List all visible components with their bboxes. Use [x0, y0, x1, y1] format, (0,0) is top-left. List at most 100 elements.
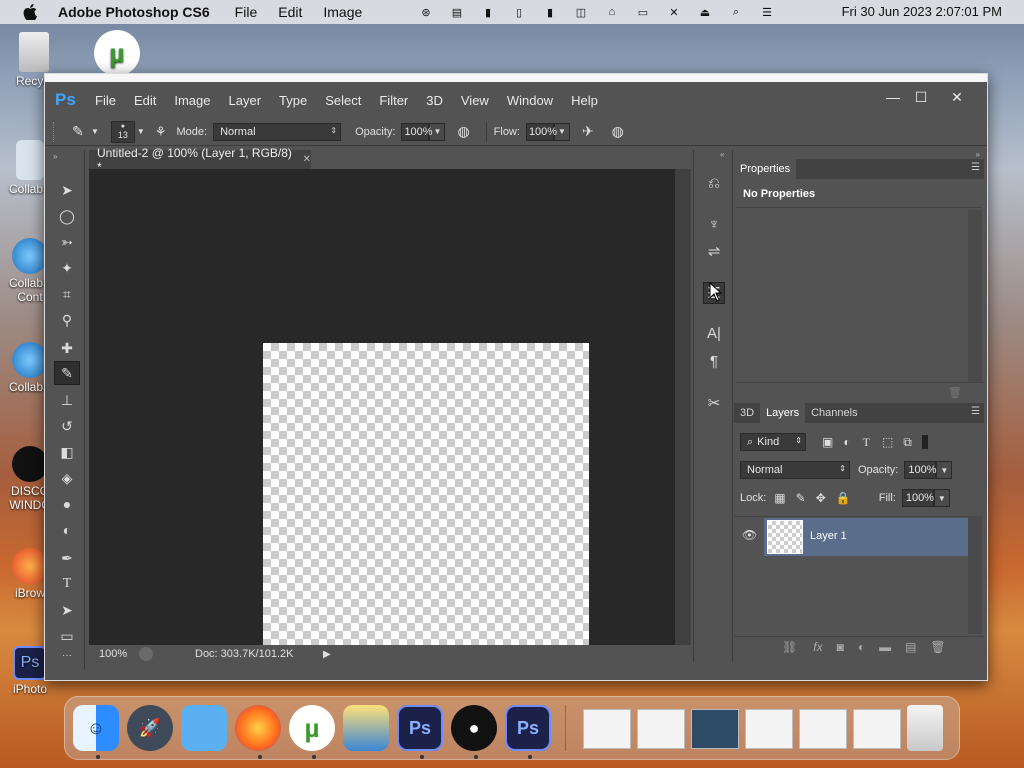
brush-panel-icon[interactable]: ⚘	[155, 124, 167, 140]
rectangle-tool-icon[interactable]: ▭	[54, 624, 80, 648]
close-icon[interactable]: ✕	[945, 86, 969, 108]
pen-tool-icon[interactable]: ✒	[54, 546, 80, 570]
vertical-scrollbar[interactable]	[675, 169, 691, 645]
delete-layer-icon[interactable]: 🗑	[930, 640, 945, 654]
kind-filter-select[interactable]: ⌕ Kind ⇕	[740, 433, 806, 451]
type-tool-icon[interactable]: T	[54, 572, 80, 596]
brush-tool-icon[interactable]: ✎	[54, 361, 80, 385]
pressure-size-icon[interactable]: ◍	[612, 123, 624, 140]
minimized-window-4[interactable]	[745, 709, 793, 749]
lock-transparent-icon[interactable]: ▦	[774, 491, 785, 505]
memory-icon[interactable]: ▮	[480, 4, 496, 20]
brush-presets-icon[interactable]: ♆	[703, 213, 725, 235]
flow-input[interactable]: 100%	[525, 122, 557, 141]
finder-icon[interactable]: ☺	[73, 705, 119, 751]
blend-mode-select[interactable]: Normal ⇕	[740, 461, 850, 479]
launchpad-icon[interactable]: 🚀	[127, 705, 173, 751]
zoom-level[interactable]: 100%	[99, 648, 139, 660]
ssd-icon[interactable]: ▯	[511, 4, 527, 20]
menu-edit[interactable]: Edit	[134, 93, 156, 108]
character-panel-icon[interactable]: A|	[703, 322, 725, 344]
utorrent-dock-icon[interactable]: µ	[289, 705, 335, 751]
minimized-window-5[interactable]	[799, 709, 847, 749]
cpu-icon[interactable]: ▮	[542, 4, 558, 20]
move-tool-icon[interactable]: ➤	[54, 178, 80, 202]
filter-smart-object-icon[interactable]: ⧉	[903, 435, 912, 450]
layer-mask-icon[interactable]: ◙	[837, 640, 844, 654]
lock-all-icon[interactable]: 🔒	[836, 491, 851, 505]
filter-adjustment-icon[interactable]: ◐	[843, 435, 850, 449]
wordpress-icon[interactable]: ⊛	[418, 4, 434, 20]
file-manager-icon[interactable]	[343, 705, 389, 751]
trash-icon[interactable]	[907, 705, 943, 751]
menu-type[interactable]: Type	[279, 93, 307, 108]
lock-position-icon[interactable]: ✥	[816, 491, 826, 505]
fill-dropdown-icon[interactable]: ▼	[933, 489, 950, 507]
tab-channels[interactable]: Channels	[805, 403, 863, 423]
eye-visibility-icon[interactable]: 👁	[742, 528, 757, 542]
brush-picker-dropdown-icon[interactable]: ▼	[137, 127, 145, 136]
desktop-icon-utorrent[interactable]: µ	[94, 30, 140, 78]
expand-panels-icon[interactable]: «	[720, 150, 724, 159]
photoshop-dock-icon[interactable]: Ps	[397, 705, 443, 751]
menu-filter[interactable]: Filter	[379, 93, 408, 108]
eraser-icon[interactable]: ◧	[54, 440, 80, 464]
collapse-panels-icon[interactable]: »	[976, 150, 980, 159]
mute-icon[interactable]: ✕	[666, 4, 682, 20]
mode-select[interactable]: Normal ⇕	[213, 122, 342, 141]
menu-view[interactable]: View	[461, 93, 489, 108]
folder-icon[interactable]	[181, 705, 227, 751]
menu-help[interactable]: Help	[571, 93, 598, 108]
menu-image[interactable]: Image	[174, 93, 210, 108]
tool-presets-icon[interactable]: ✂	[703, 392, 725, 414]
clock[interactable]: Fri 30 Jun 2023 2:07:01 PM	[842, 4, 1002, 19]
link-layers-icon[interactable]: ⛓	[782, 640, 797, 654]
pressure-opacity-icon[interactable]: ◍	[457, 123, 469, 140]
dodge-tool-icon[interactable]: ◐	[54, 518, 80, 542]
minimize-icon[interactable]: —	[881, 86, 905, 108]
tab-3d[interactable]: 3D	[734, 403, 760, 423]
filter-pixel-icon[interactable]: ▣	[822, 435, 833, 449]
apple-dock-icon[interactable]: ●	[451, 705, 497, 751]
elliptical-marquee-icon[interactable]: ◯	[54, 204, 80, 228]
new-group-icon[interactable]: ▬	[879, 640, 891, 654]
brush-size-picker[interactable]: ● 13	[110, 120, 135, 143]
path-selection-icon[interactable]: ➤	[54, 598, 80, 622]
layer-opacity-dropdown-icon[interactable]: ▼	[936, 461, 953, 479]
transparent-canvas[interactable]	[263, 343, 589, 661]
paragraph-panel-icon[interactable]: ¶	[703, 350, 725, 372]
menu-window[interactable]: Window	[507, 93, 553, 108]
eyedropper-icon[interactable]: ⚲	[54, 308, 80, 332]
minimized-window-1[interactable]	[583, 709, 631, 749]
minimized-window-2[interactable]	[637, 709, 685, 749]
tab-layers[interactable]: Layers	[760, 403, 806, 423]
fill-input[interactable]: 100%	[901, 489, 934, 507]
firefox-icon[interactable]	[235, 705, 281, 751]
menu-layer[interactable]: Layer	[229, 93, 262, 108]
eject-icon[interactable]: ⏏	[697, 4, 713, 20]
history-brush-icon[interactable]: ↺	[54, 414, 80, 438]
layer-style-icon[interactable]: fx	[813, 640, 822, 654]
minimized-window-3[interactable]	[691, 709, 739, 749]
minimized-window-6[interactable]	[853, 709, 901, 749]
magic-wand-icon[interactable]: ✦	[54, 256, 80, 280]
brush-tool-icon[interactable]: ✎	[65, 123, 91, 140]
status-indicator-icon[interactable]	[139, 647, 153, 661]
mac-menu-edit[interactable]: Edit	[278, 4, 302, 20]
crop-tool-icon[interactable]: ⌗	[54, 282, 80, 306]
filter-shape-icon[interactable]: ⬚	[882, 435, 893, 449]
blur-tool-icon[interactable]: ●	[54, 492, 80, 516]
clone-stamp-icon[interactable]: ⊥	[54, 388, 80, 412]
menu-3d[interactable]: 3D	[426, 93, 443, 108]
airbrush-icon[interactable]: ✈	[582, 123, 594, 140]
apple-menu-icon[interactable]	[20, 4, 40, 20]
layer-opacity-input[interactable]: 100%	[904, 461, 937, 479]
mac-menu-image[interactable]: Image	[323, 4, 362, 20]
adjustments-icon[interactable]: ⇌	[703, 240, 725, 262]
history-panel-icon[interactable]: ⎌	[703, 172, 725, 194]
collapse-icon[interactable]: »	[53, 152, 57, 161]
menu-select[interactable]: Select	[325, 93, 361, 108]
control-center-icon[interactable]: ☰	[759, 4, 775, 20]
document-tab[interactable]: Untitled-2 @ 100% (Layer 1, RGB/8) * ✕	[89, 146, 311, 174]
paint-bucket-icon[interactable]: ◈	[54, 466, 80, 490]
